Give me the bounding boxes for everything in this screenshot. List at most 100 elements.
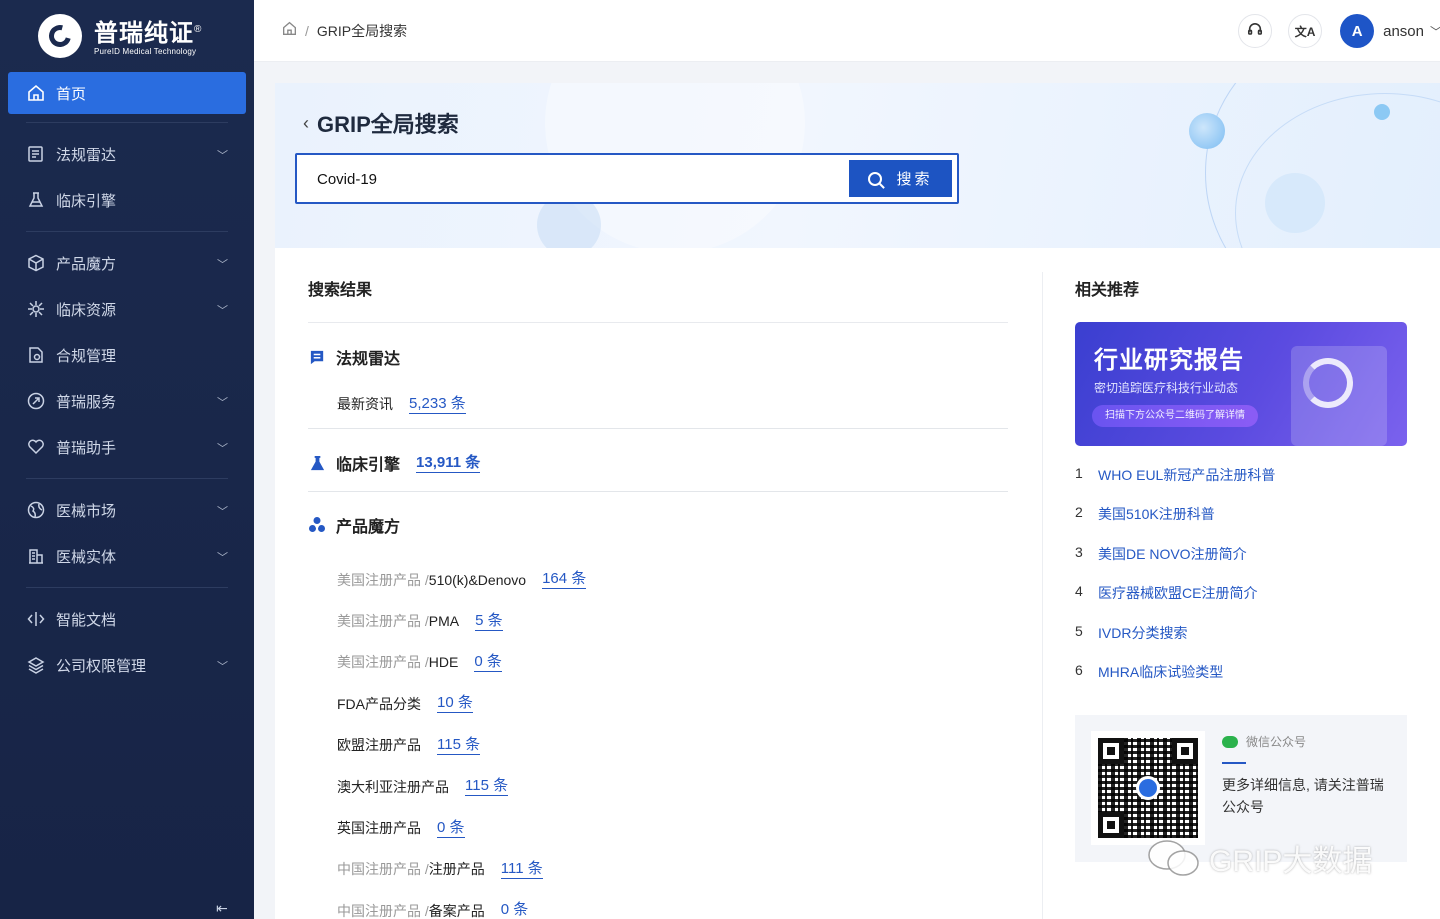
- decorative-planet: [1189, 113, 1225, 149]
- sidebar-item-label: 公司权限管理: [56, 657, 147, 675]
- recommend-link[interactable]: 美国510K注册科普: [1098, 504, 1215, 524]
- breadcrumb-separator: /: [305, 22, 309, 39]
- recommend-title: 相关推荐: [1075, 282, 1140, 299]
- result-count-link[interactable]: 5,233 条: [409, 395, 466, 414]
- watermark-text: GRIP大数据: [1209, 845, 1373, 878]
- username[interactable]: anson: [1383, 23, 1424, 40]
- nav-divider: [26, 231, 228, 232]
- recommend-link[interactable]: WHO EUL新冠产品注册科普: [1098, 465, 1275, 485]
- sidebar-item-company-permissions[interactable]: 公司权限管理 ﹀: [0, 642, 254, 688]
- qr-logo-icon: [1136, 776, 1160, 801]
- regulation-radar-icon: [308, 348, 326, 366]
- category-title: 临床引擎: [336, 457, 401, 474]
- header-actions: 文A A anson ﹀: [1238, 0, 1440, 62]
- recommendations: 相关推荐 行业研究报告 密切追踪医疗科技行业动态 扫描下方公众号二维码了解详情 …: [1075, 248, 1407, 863]
- sidebar-item-label: 产品魔方: [56, 255, 117, 273]
- promo-banner[interactable]: 行业研究报告 密切追踪医疗科技行业动态 扫描下方公众号二维码了解详情: [1075, 322, 1407, 446]
- sidebar-item-label: 合规管理: [56, 347, 117, 365]
- list-item[interactable]: 4 医疗器械欧盟CE注册简介: [1075, 583, 1407, 622]
- sidebar-item-label: 首页: [56, 85, 87, 103]
- wechat-icon: [1222, 735, 1238, 748]
- list-index: 3: [1075, 543, 1083, 560]
- result-count-link[interactable]: 164 条: [542, 570, 587, 590]
- registered-mark: ®: [194, 23, 203, 35]
- building-icon: [26, 546, 46, 566]
- translate-icon: 文A: [1294, 24, 1316, 39]
- breadcrumb: / GRIP全局搜索: [282, 21, 407, 41]
- divider: [308, 428, 1008, 429]
- breadcrumb-current: GRIP全局搜索: [316, 22, 408, 39]
- list-index: 6: [1075, 661, 1083, 678]
- list-item[interactable]: 1 WHO EUL新冠产品注册科普: [1075, 465, 1407, 504]
- result-count-link[interactable]: 5 条: [475, 612, 503, 631]
- column-divider: [1042, 272, 1043, 919]
- result-label: 英国注册产品: [337, 820, 421, 837]
- recommend-link[interactable]: 医疗器械欧盟CE注册简介: [1098, 583, 1257, 603]
- search-banner: ‹ GRIP全局搜索 搜索: [275, 83, 1440, 248]
- list-item[interactable]: 6 MHRA临床试验类型: [1075, 662, 1407, 701]
- sidebar-item-home[interactable]: 首页: [8, 72, 246, 114]
- avatar[interactable]: A: [1340, 14, 1375, 48]
- logo-text-en: PureID Medical Technology: [94, 46, 197, 56]
- list-item[interactable]: 5 IVDR分类搜索: [1075, 623, 1407, 662]
- result-label: HDE: [428, 654, 459, 671]
- document-check-icon: [26, 345, 46, 365]
- sidebar-item-clinical-resources[interactable]: 临床资源 ﹀: [0, 286, 254, 332]
- sidebar-item-smart-docs[interactable]: 智能文档: [0, 596, 254, 642]
- sidebar-item-puri-assistant[interactable]: 普瑞助手 ﹀: [0, 424, 254, 470]
- result-label: 欧盟注册产品: [337, 737, 421, 754]
- result-prefix: 中国注册产品 /: [337, 902, 429, 919]
- results-title: 搜索结果: [308, 276, 1008, 323]
- cube-icon: [308, 516, 326, 534]
- back-chevron-icon[interactable]: ‹: [303, 113, 309, 134]
- category-title: 产品魔方: [336, 519, 401, 536]
- sidebar-item-label: 医械市场: [56, 502, 117, 520]
- sidebar-item-device-entity[interactable]: 医械实体 ﹀: [0, 533, 254, 579]
- result-label: 最新资讯: [337, 396, 393, 412]
- sidebar-item-device-market[interactable]: 医械市场 ﹀: [0, 487, 254, 533]
- cube-icon: [26, 253, 46, 273]
- list-item[interactable]: 2 美国510K注册科普: [1075, 504, 1407, 543]
- accent-bar: [1222, 762, 1246, 765]
- sidebar-nav: 首页 法规雷达 ﹀ 临床引擎 产品魔方 ﹀ 临床资源 ﹀ 合规管理 普瑞服务 ﹀…: [0, 72, 254, 688]
- sidebar-item-label: 医械实体: [56, 548, 117, 566]
- result-count-link[interactable]: 0 条: [437, 819, 465, 838]
- language-switch-button[interactable]: 文A: [1288, 14, 1323, 48]
- result-count-link[interactable]: 0 条: [474, 653, 502, 672]
- category-regulation-radar: 法规雷达: [308, 345, 1008, 369]
- recommend-link[interactable]: MHRA临床试验类型: [1098, 662, 1223, 682]
- wechat-label: 微信公众号: [1222, 733, 1306, 750]
- logo[interactable]: 普瑞纯证® PureID Medical Technology: [0, 0, 254, 72]
- list-index: 4: [1075, 583, 1083, 600]
- list-item[interactable]: 3 美国DE NOVO注册简介: [1075, 544, 1407, 583]
- support-headset-button[interactable]: [1238, 14, 1273, 48]
- list-index: 1: [1075, 465, 1083, 481]
- sidebar-item-puri-service[interactable]: 普瑞服务 ﹀: [0, 378, 254, 424]
- sidebar-item-label: 临床资源: [56, 301, 117, 319]
- sidebar-item-regulation-radar[interactable]: 法规雷达 ﹀: [0, 131, 254, 177]
- decorative-planet: [1374, 104, 1390, 120]
- result-count-link[interactable]: 115 条: [465, 777, 509, 797]
- search-input[interactable]: [317, 168, 817, 190]
- chevron-down-icon[interactable]: ﹀: [1430, 23, 1440, 40]
- result-count-link[interactable]: 13,911 条: [416, 454, 481, 473]
- recommend-link[interactable]: 美国DE NOVO注册简介: [1098, 544, 1247, 564]
- wechat-label-text: 微信公众号: [1246, 735, 1307, 750]
- result-count-link[interactable]: 115 条: [437, 736, 481, 755]
- result-count-link[interactable]: 10 条: [437, 694, 473, 714]
- nav-divider: [26, 587, 228, 588]
- sidebar-item-product-cube[interactable]: 产品魔方 ﹀: [0, 240, 254, 286]
- sidebar-item-clinical-engine[interactable]: 临床引擎: [0, 177, 254, 223]
- home-icon[interactable]: [282, 21, 297, 40]
- logo-text-cn: 普瑞纯证: [94, 19, 194, 47]
- product-result-list: 美国注册产品 / 510(k)&Denovo 164 条 美国注册产品 / PM…: [308, 559, 1008, 919]
- search-button[interactable]: 搜索: [849, 160, 952, 197]
- result-count-link[interactable]: 0 条: [501, 901, 529, 919]
- sidebar-item-label: 智能文档: [56, 611, 117, 629]
- sidebar-item-compliance[interactable]: 合规管理: [0, 332, 254, 378]
- result-row: 美国注册产品 / HDE 0 条: [337, 642, 1008, 683]
- recommend-link[interactable]: IVDR分类搜索: [1098, 623, 1187, 643]
- search-button-label: 搜索: [896, 171, 933, 188]
- collapse-sidebar-icon[interactable]: ⇤: [216, 900, 228, 917]
- result-count-link[interactable]: 111 条: [500, 860, 543, 879]
